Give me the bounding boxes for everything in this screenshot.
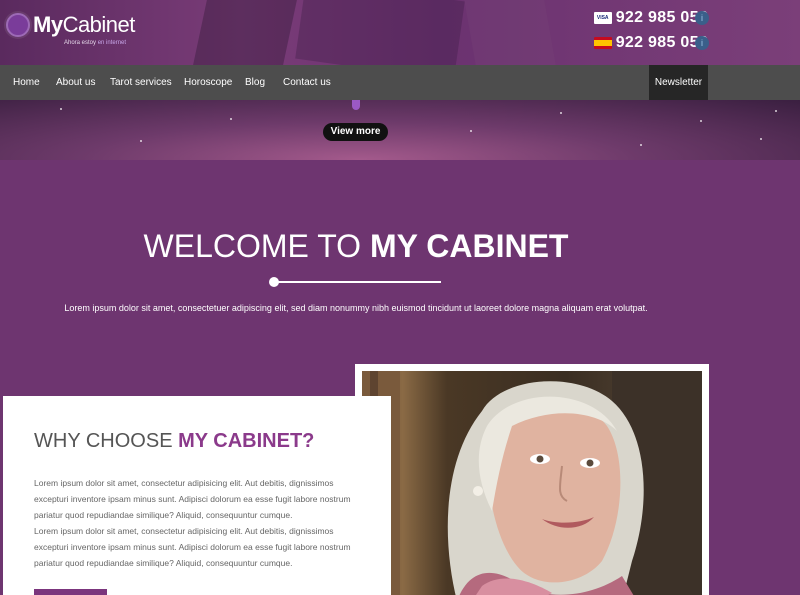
star (700, 120, 702, 122)
phone-spain[interactable]: 922 985 058 (593, 34, 708, 52)
why-choose-heading: WHY CHOOSE MY CABINET? (34, 430, 315, 452)
why-choose-card: WHY CHOOSE MY CABINET? Lorem ipsum dolor… (3, 396, 391, 595)
header-background-texture (295, 0, 465, 65)
star (230, 118, 232, 120)
star (140, 140, 142, 142)
woman-portrait-illustration (362, 371, 702, 595)
star (470, 130, 472, 132)
view-more-button[interactable]: View more (323, 123, 388, 141)
star (560, 112, 562, 114)
logo-tagline: Ahora estoy en internet (64, 40, 127, 46)
logo-mark-icon (6, 13, 30, 37)
visa-card-icon: VISA (593, 12, 612, 24)
header-background-texture (464, 0, 556, 65)
header-background-texture (193, 0, 297, 65)
star (775, 110, 777, 112)
star (760, 138, 762, 140)
logo-wordmark: MyCabinet (33, 12, 135, 37)
star (640, 144, 642, 146)
phone-visa[interactable]: VISA 922 985 058 (593, 9, 708, 27)
site-header: MyCabinet Ahora estoy en internet VISA 9… (0, 0, 800, 65)
info-icon[interactable]: i (695, 11, 709, 25)
nav-item-horoscope[interactable]: Horoscope (184, 65, 232, 100)
site-logo[interactable]: MyCabinet (6, 12, 135, 38)
nav-item-contact-us[interactable]: Contact us (283, 65, 331, 100)
nav-item-tarot-services[interactable]: Tarot services (110, 65, 172, 100)
main-nav: Home About us Tarot services Horoscope B… (0, 65, 800, 100)
nav-item-about-us[interactable]: About us (56, 65, 95, 100)
spain-flag-icon (593, 37, 612, 49)
welcome-text: Lorem ipsum dolor sit amet, consectetuer… (64, 303, 648, 313)
divider-dot (269, 277, 279, 287)
hero-banner: View more (0, 100, 800, 160)
info-icon[interactable]: i (695, 36, 709, 50)
why-choose-button[interactable] (34, 589, 107, 595)
nav-item-blog[interactable]: Blog (245, 65, 265, 100)
star (60, 108, 62, 110)
welcome-heading: WELCOME TO MY CABINET (143, 228, 569, 264)
nav-item-home[interactable]: Home (13, 65, 40, 100)
why-choose-paragraph: Lorem ipsum dolor sit amet, consectetur … (34, 526, 351, 568)
advisor-photo (362, 371, 702, 595)
slider-indicator[interactable] (352, 100, 360, 110)
welcome-divider (272, 281, 441, 283)
why-choose-paragraph: Lorem ipsum dolor sit amet, consectetur … (34, 478, 351, 520)
newsletter-button[interactable]: Newsletter (649, 65, 708, 100)
